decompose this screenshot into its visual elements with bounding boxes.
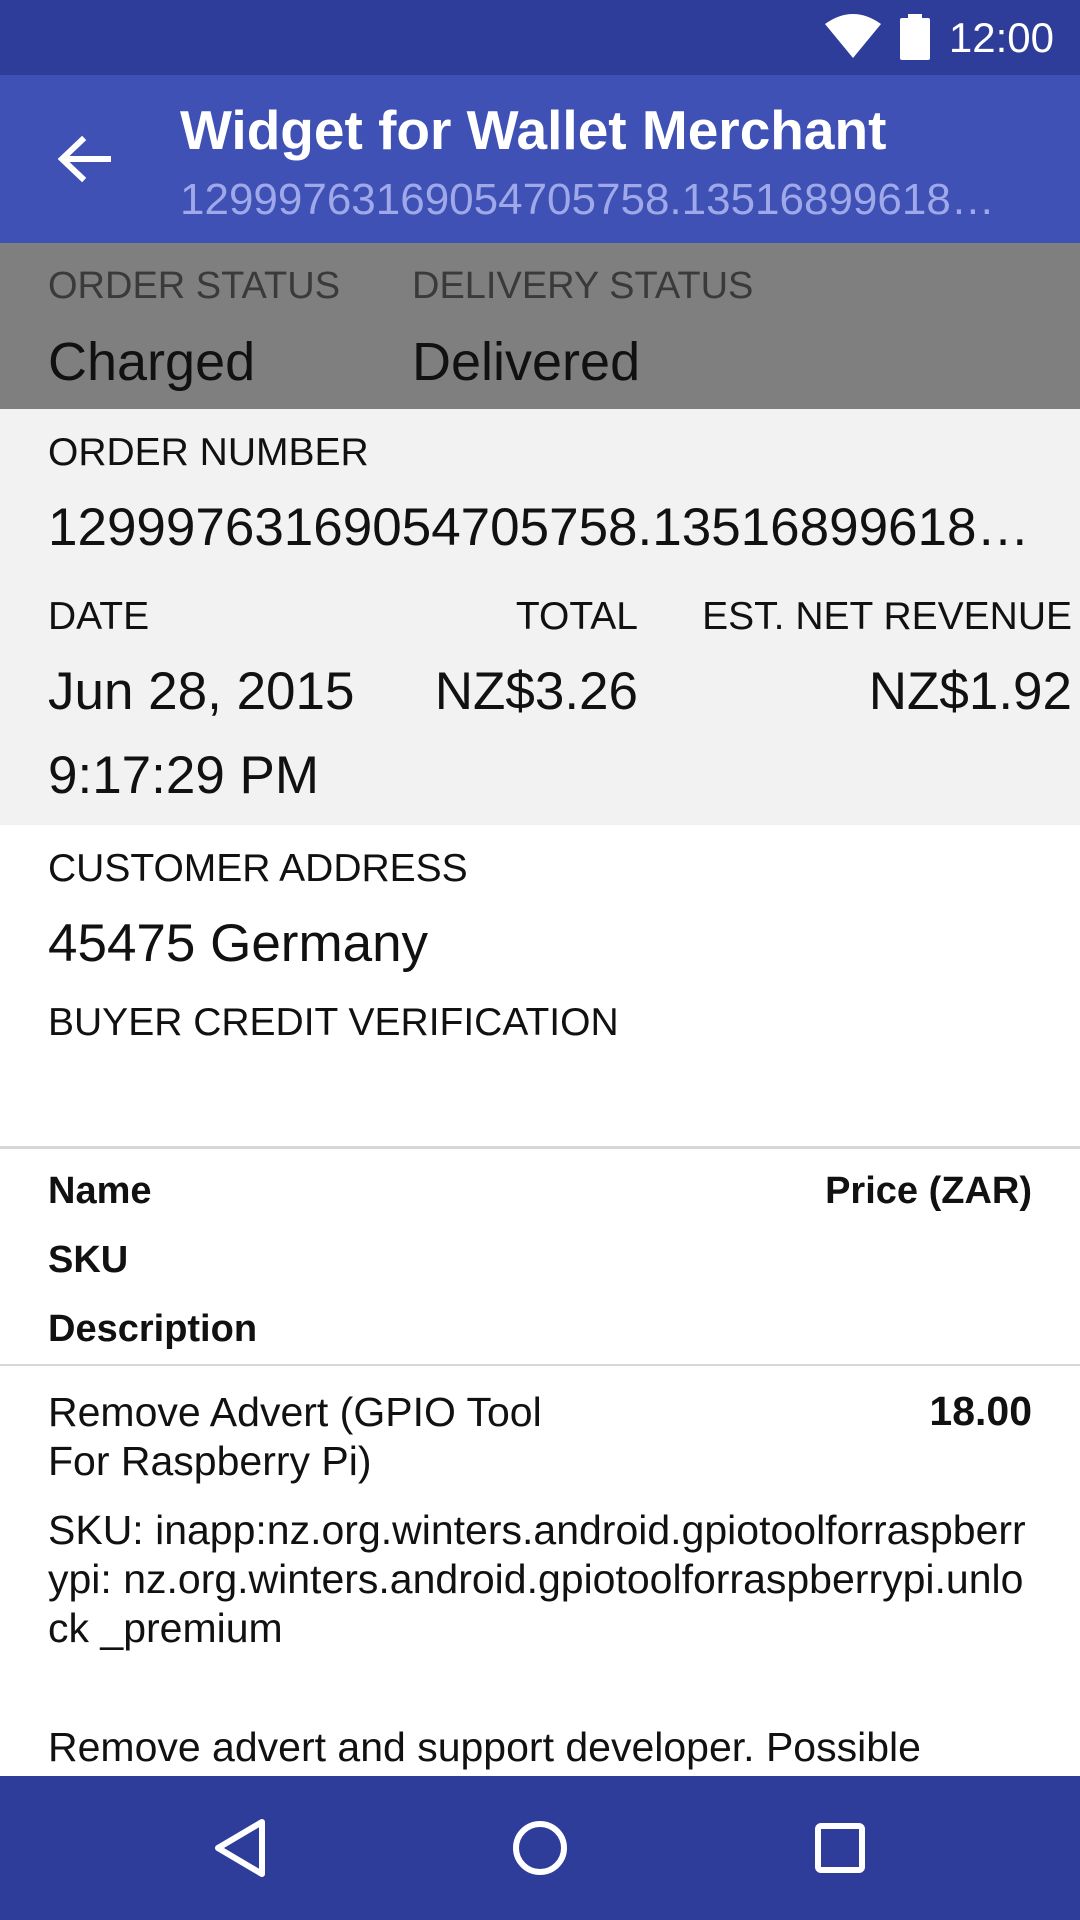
header-description: Description bbox=[48, 1308, 258, 1350]
wifi-icon bbox=[825, 14, 881, 58]
arrow-back-icon[interactable] bbox=[54, 130, 114, 188]
battery-icon bbox=[900, 14, 930, 60]
revenue-value: NZ$1.92 bbox=[868, 662, 1072, 721]
date-value: Jun 28, 2015 bbox=[48, 662, 355, 721]
item-sku: SKU: inapp:nz.org.winters.android.gpioto… bbox=[48, 1507, 1026, 1651]
buyer-credit-label: BUYER CREDIT VERIFICATION bbox=[48, 1001, 619, 1044]
status-panel: ORDER STATUS Charged DELIVERY STATUS Del… bbox=[0, 243, 1080, 409]
page-title: Widget for Wallet Merchant bbox=[180, 99, 887, 161]
order-status-label: ORDER STATUS bbox=[48, 265, 341, 307]
recents-nav-icon[interactable] bbox=[804, 1812, 876, 1884]
page-subtitle: 12999763169054705758.13516899618… bbox=[180, 175, 995, 224]
delivery-status-label: DELIVERY STATUS bbox=[412, 265, 754, 307]
customer-panel: CUSTOMER ADDRESS 45475 Germany BUYER CRE… bbox=[0, 825, 1080, 1147]
time-value: 9:17:29 PM bbox=[48, 746, 320, 805]
divider bbox=[0, 1146, 1080, 1149]
order-details: ORDER NUMBER 12999763169054705758.135168… bbox=[0, 409, 1080, 825]
items-header: Name Price (ZAR) SKU Description bbox=[0, 1150, 1080, 1365]
item-name: Remove Advert (GPIO Tool For Raspberry P… bbox=[48, 1389, 542, 1484]
header-price: Price (ZAR) bbox=[825, 1170, 1032, 1212]
order-number-value: 12999763169054705758.13516899618… bbox=[48, 498, 1030, 557]
status-bar: 12:00 bbox=[0, 0, 1080, 75]
app-bar: Widget for Wallet Merchant 1299976316905… bbox=[0, 75, 1080, 243]
item-price: 18.00 bbox=[929, 1388, 1032, 1434]
customer-address-label: CUSTOMER ADDRESS bbox=[48, 847, 468, 890]
delivery-status-value: Delivered bbox=[412, 332, 641, 392]
order-number-label: ORDER NUMBER bbox=[48, 431, 369, 474]
total-value: NZ$3.26 bbox=[434, 662, 638, 721]
revenue-label: EST. NET REVENUE bbox=[702, 595, 1072, 638]
header-sku: SKU bbox=[48, 1239, 129, 1281]
header-name: Name bbox=[48, 1170, 152, 1212]
navigation-bar bbox=[0, 1776, 1080, 1920]
item-description: Remove advert and support developer. Pos… bbox=[48, 1724, 921, 1770]
home-nav-icon[interactable] bbox=[504, 1812, 576, 1884]
date-label: DATE bbox=[48, 595, 150, 638]
clock: 12:00 bbox=[948, 14, 1054, 61]
order-status-value: Charged bbox=[48, 332, 256, 392]
list-item[interactable]: Remove Advert (GPIO Tool For Raspberry P… bbox=[0, 1368, 1080, 1776]
back-nav-icon[interactable] bbox=[204, 1812, 276, 1884]
divider bbox=[0, 1364, 1080, 1366]
customer-address-value: 45475 Germany bbox=[48, 914, 429, 973]
total-label: TOTAL bbox=[515, 595, 638, 638]
